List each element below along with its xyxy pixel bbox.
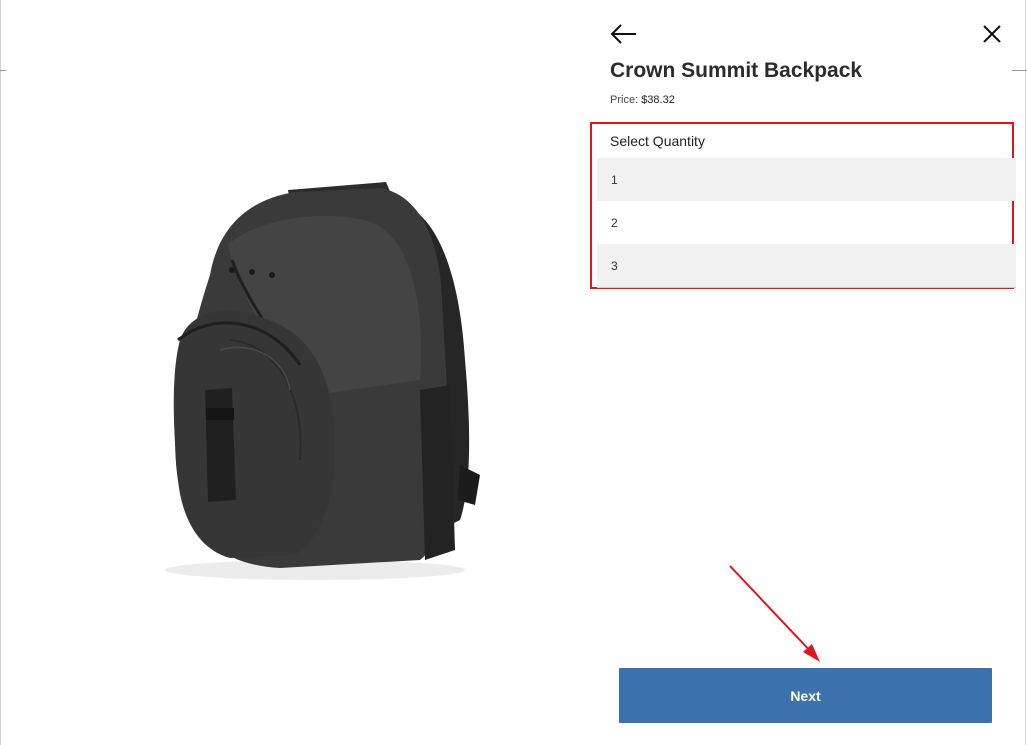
arrow-left-icon	[610, 24, 636, 44]
close-icon	[983, 25, 1001, 43]
close-button[interactable]	[978, 20, 1006, 48]
window-left-border	[0, 0, 1, 745]
quantity-option-3[interactable]: 3	[597, 244, 1016, 287]
price-label: Price:	[610, 94, 639, 106]
backpack-image	[165, 182, 480, 580]
quantity-options-list: 1 2 3	[597, 158, 1016, 288]
product-price: Price: $38.32	[610, 94, 675, 106]
quantity-selector: Select Quantity 1 2 3	[590, 122, 1016, 289]
background-divider-left	[0, 70, 6, 71]
quantity-option-2[interactable]: 2	[597, 201, 1016, 244]
product-image	[120, 160, 520, 590]
product-title: Crown Summit Backpack	[610, 59, 863, 82]
list-divider	[597, 287, 1016, 288]
background-divider-right	[1012, 70, 1027, 71]
quantity-label: Select Quantity	[610, 133, 705, 149]
next-button[interactable]: Next	[619, 668, 992, 723]
window-right-border	[1025, 0, 1026, 745]
back-button[interactable]	[608, 20, 640, 48]
quantity-option-1[interactable]: 1	[597, 158, 1016, 201]
price-amount: $38.32	[641, 94, 675, 106]
